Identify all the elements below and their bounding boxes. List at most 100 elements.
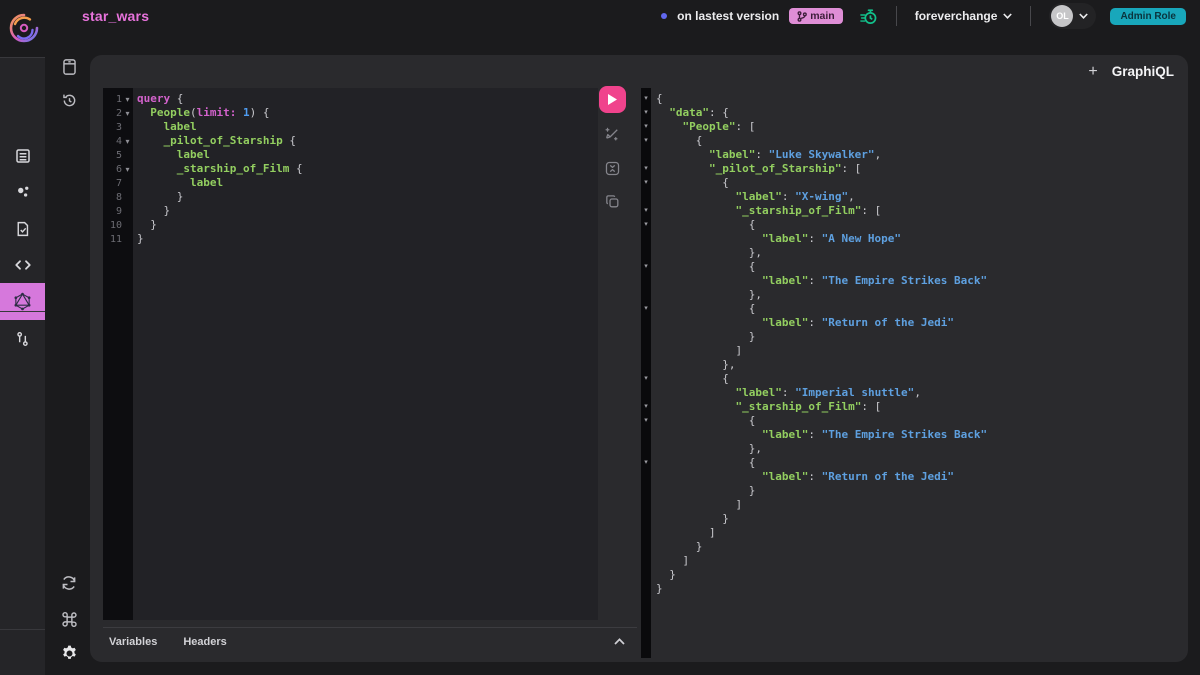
version-status-dot [661, 13, 667, 19]
code-line: "label": "Return of the Jedi" [656, 316, 1180, 330]
code-line: "label": "Return of the Jedi" [656, 470, 1180, 484]
line-number: 10 [105, 220, 122, 231]
code-line: }, [656, 288, 1180, 302]
code-line: "_pilot_of_Starship": [ [656, 162, 1180, 176]
code-line: } [656, 582, 1180, 596]
settings-gear-icon[interactable] [58, 642, 80, 664]
fold-toggle-icon [641, 288, 651, 302]
code-line: } [656, 330, 1180, 344]
code-line: } [137, 204, 598, 218]
code-line: { [656, 218, 1180, 232]
fold-toggle-icon[interactable]: ▾ [641, 302, 651, 316]
fold-toggle-icon[interactable]: ▾ [641, 134, 651, 148]
org-menu[interactable]: foreverchange [915, 9, 1013, 23]
code-line: "label": "X-wing", [656, 190, 1180, 204]
code-line: } [656, 568, 1180, 582]
top-header: star_wars on lastest version main [0, 0, 1200, 32]
header-divider [896, 6, 897, 26]
chevron-up-icon [614, 638, 625, 645]
fold-toggle-icon[interactable]: ▾ [122, 95, 133, 104]
copy-query-button[interactable] [601, 190, 623, 212]
fold-toggle-icon[interactable]: ▾ [641, 204, 651, 218]
table-rows-icon [14, 147, 32, 165]
fold-toggle-icon [641, 554, 651, 568]
avatar[interactable]: OL [1051, 5, 1073, 27]
org-menu-label: foreverchange [915, 9, 998, 23]
sidebar-divider [0, 311, 45, 312]
code-line: "_starship_of_Film": [ [656, 400, 1180, 414]
response-code: { "data": { "People": [ { "label": "Luke… [651, 88, 1180, 596]
execute-query-button[interactable] [599, 86, 626, 113]
code-line: query { [137, 92, 598, 106]
fold-toggle-icon[interactable]: ▾ [641, 92, 651, 106]
code-line: "label": "The Empire Strikes Back" [656, 274, 1180, 288]
fold-toggle-icon [641, 470, 651, 484]
fold-toggle-icon[interactable]: ▾ [641, 400, 651, 414]
docs-book-icon[interactable] [58, 56, 80, 78]
fold-toggle-icon [641, 232, 651, 246]
line-number: 9 [105, 206, 122, 217]
user-menu[interactable]: OL [1049, 3, 1096, 29]
fold-toggle-icon[interactable]: ▾ [641, 414, 651, 428]
fold-toggle-icon[interactable]: ▾ [641, 260, 651, 274]
fold-toggle-icon[interactable]: ▾ [641, 456, 651, 470]
header-divider [1030, 6, 1031, 26]
fold-toggle-icon [641, 358, 651, 372]
line-number: 3 [105, 122, 122, 133]
sidebar-item-tables[interactable] [0, 137, 45, 174]
fold-toggle-icon[interactable]: ▾ [641, 372, 651, 386]
code-line: ] [656, 498, 1180, 512]
role-badge: Admin Role [1110, 8, 1186, 25]
code-icon [14, 257, 32, 273]
sidebar-item-git[interactable] [0, 320, 45, 357]
branch-badge[interactable]: main [789, 8, 843, 24]
response-gutter: ▾▾▾▾▾▾▾▾▾▾▾▾▾▾ [641, 88, 651, 658]
fold-toggle-icon [641, 442, 651, 456]
fold-toggle-icon [641, 190, 651, 204]
code-line: ] [656, 554, 1180, 568]
sidebar-item-graphql[interactable] [0, 283, 45, 320]
code-line: People(limit: 1) { [137, 106, 598, 120]
prettify-button[interactable] [601, 124, 623, 146]
add-tab-button[interactable]: + [1088, 64, 1097, 80]
stopwatch-icon[interactable] [859, 7, 878, 26]
query-editor[interactable]: 1▾2▾34▾56▾7891011 query { People(limit: … [103, 88, 598, 620]
keyboard-shortcuts-icon[interactable] [58, 608, 80, 630]
prettify-sparkle-icon [603, 126, 621, 144]
merge-fragments-button[interactable] [601, 157, 623, 179]
code-line: { [656, 372, 1180, 386]
fold-toggle-icon[interactable]: ▾ [122, 165, 133, 174]
graphiql-logo-text: GraphiQL [1112, 64, 1174, 79]
app-sidebar [0, 57, 45, 675]
code-line: _starship_of_Film { [137, 162, 598, 176]
response-viewer[interactable]: ▾▾▾▾▾▾▾▾▾▾▾▾▾▾ { "data": { "People": [ {… [641, 88, 1180, 658]
line-number: 7 [105, 178, 122, 189]
tab-headers[interactable]: Headers [183, 636, 226, 648]
sidebar-item-documents[interactable] [0, 210, 45, 247]
code-line: { [656, 176, 1180, 190]
query-editor-gutter: 1▾2▾34▾56▾7891011 [103, 88, 133, 620]
fold-toggle-icon [641, 568, 651, 582]
query-editor-code[interactable]: query { People(limit: 1) { label _pilot_… [133, 88, 598, 620]
refresh-schema-icon[interactable] [58, 572, 80, 594]
code-line: "label": "Luke Skywalker", [656, 148, 1180, 162]
branch-badge-label: main [810, 10, 835, 22]
fold-toggle-icon [641, 330, 651, 344]
version-status-text: on lastest version [677, 9, 779, 23]
sidebar-divider [0, 629, 45, 630]
sidebar-item-code[interactable] [0, 246, 45, 283]
fold-toggle-icon[interactable]: ▾ [122, 109, 133, 118]
history-icon[interactable] [58, 89, 80, 111]
fold-toggle-icon[interactable]: ▾ [641, 120, 651, 134]
code-line: }, [656, 442, 1180, 456]
fold-toggle-icon[interactable]: ▾ [641, 218, 651, 232]
fold-toggle-icon[interactable]: ▾ [641, 162, 651, 176]
tab-variables[interactable]: Variables [109, 636, 157, 648]
code-line: }, [656, 358, 1180, 372]
fold-toggle-icon[interactable]: ▾ [641, 106, 651, 120]
fold-toggle-icon[interactable]: ▾ [641, 176, 651, 190]
fold-toggle-icon[interactable]: ▾ [122, 137, 133, 146]
app-logo-icon[interactable] [6, 10, 42, 46]
sidebar-item-graph[interactable] [0, 173, 45, 210]
collapse-editor-tools-button[interactable] [614, 638, 625, 645]
